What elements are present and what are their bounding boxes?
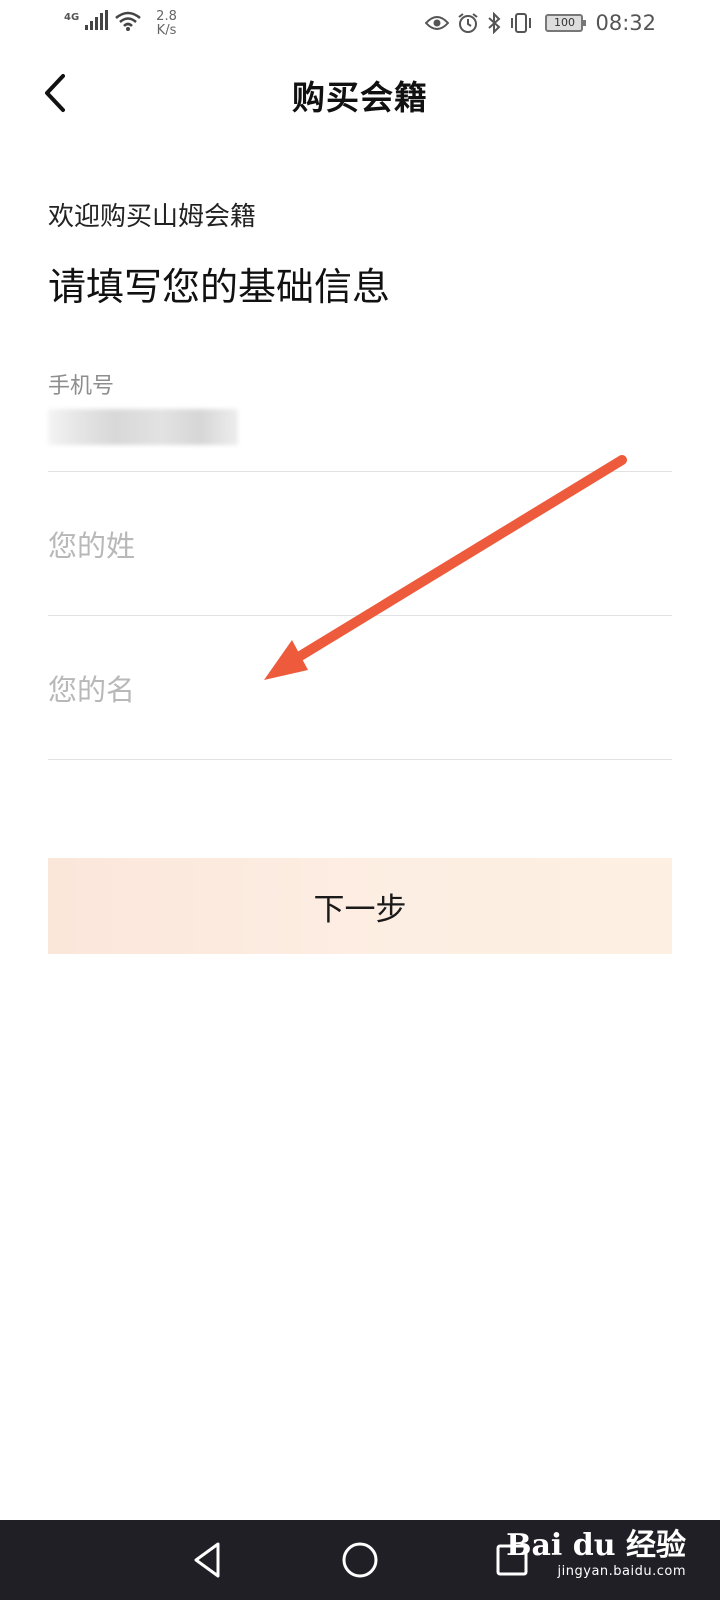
vibrate-icon — [511, 13, 532, 33]
baidu-watermark: Bai du 经验 jingyan.baidu.com — [506, 1528, 686, 1580]
status-bar: 4G 2.8 K/s 100 08:32 — [0, 0, 720, 48]
home-circle-icon[interactable] — [338, 1538, 382, 1582]
network-speed: 2.8 K/s — [156, 10, 177, 38]
header: 购买会籍 — [0, 58, 720, 130]
signal-icon — [85, 10, 109, 30]
first-name-field — [48, 616, 672, 760]
status-right: 100 08:32 — [425, 11, 656, 35]
screen: 4G 2.8 K/s 100 08:32 购买会籍 欢迎购买山姆会籍 请填写您的… — [0, 0, 720, 1600]
last-name-input[interactable] — [48, 524, 672, 568]
phone-label: 手机号 — [48, 374, 115, 399]
back-triangle-icon[interactable] — [186, 1538, 230, 1582]
watermark-brand: Bai du 经验 — [506, 1528, 686, 1563]
speed-unit: K/s — [156, 23, 177, 38]
status-left: 4G 2.8 K/s — [64, 10, 177, 38]
status-time: 08:32 — [595, 11, 656, 35]
phone-field: 手机号 — [48, 365, 672, 472]
phone-value-obscured — [48, 409, 238, 445]
nav-bar: Bai du 经验 jingyan.baidu.com — [0, 1520, 720, 1600]
eye-icon — [425, 16, 450, 30]
bluetooth-icon — [488, 12, 501, 34]
page-title: 购买会籍 — [292, 78, 428, 117]
alarm-icon — [458, 13, 479, 33]
last-name-field — [48, 472, 672, 616]
network-type: 4G — [64, 12, 80, 23]
next-step-button[interactable]: 下一步 — [48, 858, 672, 954]
speed-value: 2.8 — [156, 9, 177, 24]
section-title: 请填写您的基础信息 — [48, 265, 391, 309]
welcome-text: 欢迎购买山姆会籍 — [48, 202, 257, 232]
battery-indicator: 100 — [545, 14, 587, 32]
annotation-arrow — [264, 455, 627, 680]
wifi-icon — [115, 11, 141, 31]
first-name-input[interactable] — [48, 668, 672, 712]
watermark-url: jingyan.baidu.com — [557, 1564, 686, 1579]
